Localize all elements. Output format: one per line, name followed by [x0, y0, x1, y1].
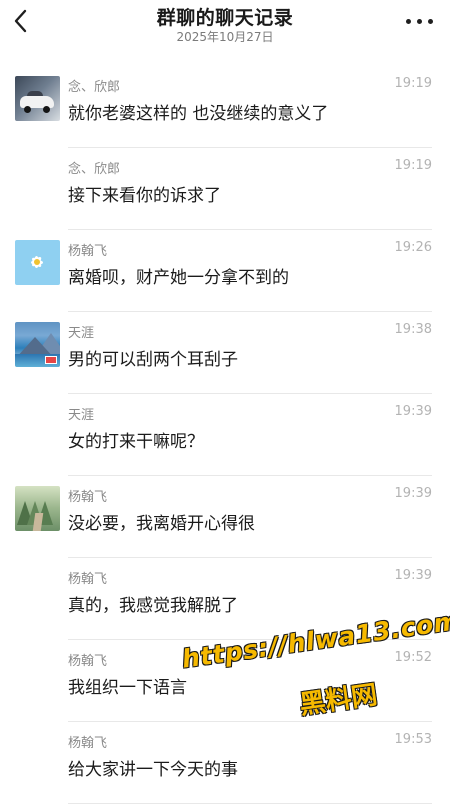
message-time: 19:52 — [394, 650, 432, 665]
message-time: 19:39 — [394, 404, 432, 419]
message-text: 给大家讲一下今天的事 — [68, 760, 238, 780]
sender-name: 念、欣郎 — [68, 162, 121, 177]
scenery-avatar[interactable] — [15, 322, 60, 367]
message-divider — [68, 803, 432, 804]
message-text: 男的可以刮两个耳刮子 — [68, 350, 238, 370]
message-row[interactable]: 杨翰飞 19:26 离婚呗，财产她一分拿不到的 — [0, 230, 450, 312]
page-title: 群聊的聊天记录 — [156, 7, 294, 29]
message-time: 19:38 — [394, 322, 432, 337]
message-row[interactable]: 天涯 19:38 男的可以刮两个耳刮子 — [0, 312, 450, 394]
message-time: 19:19 — [394, 158, 432, 173]
forest-avatar[interactable] — [15, 486, 60, 531]
message-text: 没必要，我离婚开心得很 — [68, 514, 255, 534]
message-text: 我组织一下语言 — [68, 678, 187, 698]
sender-name: 杨翰飞 — [68, 490, 108, 505]
message-time: 19:53 — [394, 732, 432, 747]
sender-name: 杨翰飞 — [68, 244, 108, 259]
message-text: 离婚呗，财产她一分拿不到的 — [68, 268, 289, 288]
history-date: 2025年10月27日 — [176, 30, 274, 44]
message-text: 女的打来干嘛呢？ — [68, 432, 204, 452]
message-row[interactable]: 天涯 19:39 女的打来干嘛呢？ — [0, 394, 450, 476]
message-row[interactable]: 念、欣郎 19:19 就你老婆这样的 也没继续的意义了 — [0, 66, 450, 148]
more-horizontal-icon — [417, 19, 422, 24]
more-horizontal-icon — [406, 19, 411, 24]
message-text: 接下来看你的诉求了 — [68, 186, 221, 206]
sender-name: 天涯 — [68, 326, 95, 341]
message-time: 19:39 — [394, 486, 432, 501]
chat-history-page: 群聊的聊天记录 2025年10月27日 念、欣郎 19:19 就你老婆这样的 也… — [0, 0, 450, 810]
message-text: 就你老婆这样的 也没继续的意义了 — [68, 104, 329, 124]
message-row[interactable]: 杨翰飞 19:53 给大家讲一下今天的事 — [0, 722, 450, 804]
message-time: 19:39 — [394, 568, 432, 583]
sender-name: 天涯 — [68, 408, 95, 423]
message-row[interactable]: 杨翰飞 19:39 没必要，我离婚开心得很 — [0, 476, 450, 558]
more-horizontal-icon — [428, 19, 433, 24]
sender-name: 杨翰飞 — [68, 572, 108, 587]
message-time: 19:26 — [394, 240, 432, 255]
car-avatar[interactable] — [15, 76, 60, 121]
message-text: 真的，我感觉我解脱了 — [68, 596, 238, 616]
sender-name: 杨翰飞 — [68, 654, 108, 669]
message-list[interactable]: 念、欣郎 19:19 就你老婆这样的 也没继续的意义了 念、欣郎 19:19 接… — [0, 66, 450, 804]
sender-name: 杨翰飞 — [68, 736, 108, 751]
flag-icon — [45, 356, 57, 364]
sender-name: 念、欣郎 — [68, 80, 121, 95]
message-time: 19:19 — [394, 76, 432, 91]
message-row[interactable]: 念、欣郎 19:19 接下来看你的诉求了 — [0, 148, 450, 230]
top-bar: 群聊的聊天记录 2025年10月27日 — [0, 0, 450, 56]
flower-avatar[interactable] — [15, 240, 60, 285]
more-button[interactable] — [406, 13, 434, 29]
